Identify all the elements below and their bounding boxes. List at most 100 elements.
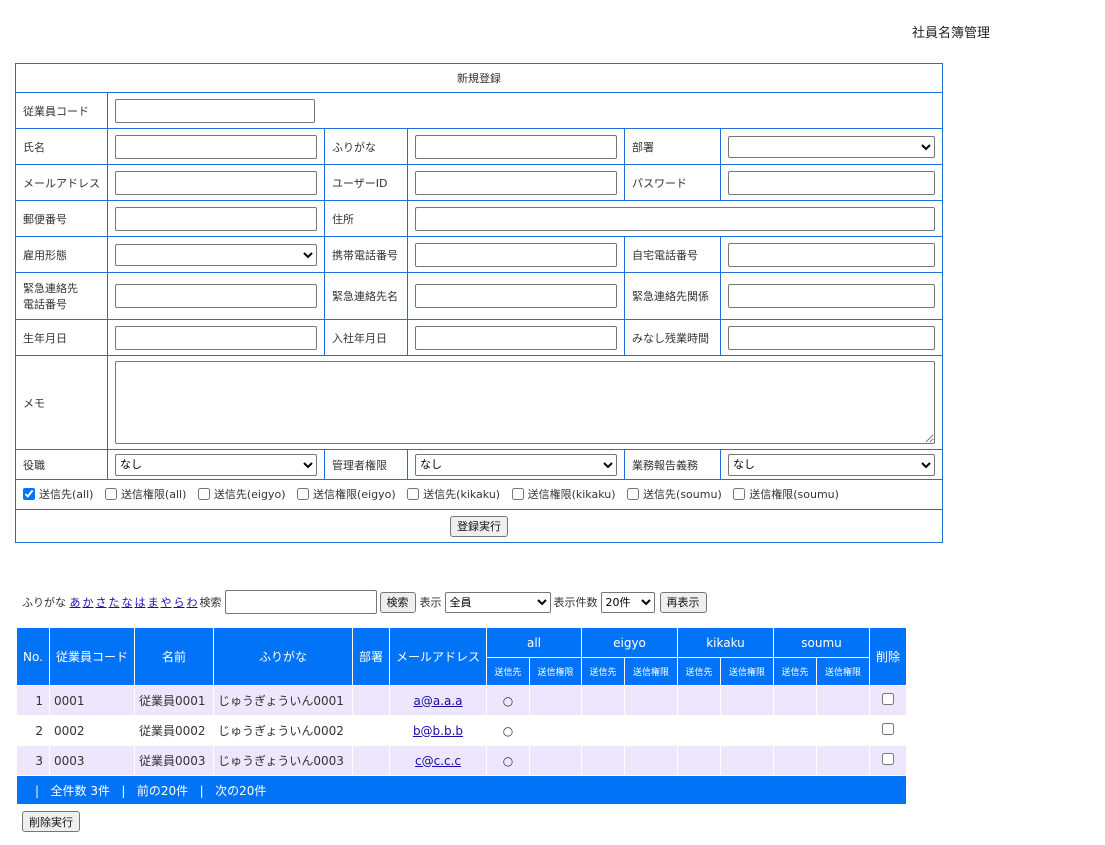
next-page-link[interactable]: 次の20件	[215, 784, 266, 798]
checkbox-dest-soumu[interactable]: 送信先(soumu)	[627, 486, 722, 502]
search-input[interactable]	[224, 590, 377, 614]
dest-kikaku-checkbox[interactable]	[407, 488, 420, 500]
emergency-phone-label: 緊急連絡先 電話番号	[15, 272, 108, 320]
home-phone-label: 自宅電話番号	[624, 236, 721, 273]
row-furigana: じゅうぎょういん0002	[213, 715, 353, 746]
furigana-input[interactable]	[415, 134, 617, 159]
mobile-phone-input[interactable]	[415, 242, 617, 267]
kana-link-ya[interactable]: や	[161, 594, 172, 610]
password-input[interactable]	[728, 170, 936, 195]
dest-soumu-checkbox[interactable]	[627, 488, 640, 500]
email-label: メールアドレス	[15, 164, 108, 201]
overtime-input[interactable]	[728, 325, 936, 350]
row-furigana: じゅうぎょういん0003	[213, 745, 353, 776]
kana-link-sa[interactable]: さ	[96, 594, 107, 610]
row-email-link[interactable]: b@b.b.b	[413, 724, 463, 738]
sub-header-perm: 送信権限	[624, 657, 678, 686]
group-header-eigyo: eigyo	[581, 627, 678, 658]
search-bar: ふりがな あ か さ た な は ま や ら わ 検索 検索 表示 全員 表示件…	[22, 590, 707, 614]
dest-all-checkbox[interactable]	[23, 488, 35, 500]
display-select[interactable]: 全員	[444, 591, 551, 613]
department-label: 部署	[624, 128, 721, 165]
checkbox-label: 送信権限(kikaku)	[527, 488, 616, 501]
checkbox-dest-kikaku[interactable]: 送信先(kikaku)	[407, 486, 500, 502]
checkbox-dest-all[interactable]: 送信先(all)	[23, 486, 93, 502]
checkbox-perm-all[interactable]: 送信権限(all)	[104, 486, 186, 502]
employee-code-label: 従業員コード	[15, 92, 108, 129]
register-button[interactable]: 登録実行	[450, 515, 509, 537]
search-button[interactable]: 検索	[379, 591, 416, 613]
email-input[interactable]	[115, 170, 317, 195]
department-select[interactable]	[728, 135, 936, 158]
count-select[interactable]: 20件	[600, 591, 655, 613]
row-department	[352, 685, 390, 716]
row-delete-checkbox[interactable]	[882, 693, 894, 705]
perm-eigyo-checkbox[interactable]	[297, 488, 310, 500]
group-header-kikaku: kikaku	[677, 627, 774, 658]
kana-link-na[interactable]: な	[122, 594, 133, 610]
postal-code-input[interactable]	[115, 206, 317, 231]
delete-button[interactable]: 削除実行	[22, 811, 80, 832]
row-email-link[interactable]: c@c.c.c	[415, 754, 461, 768]
furigana-filter-label: ふりがな	[22, 596, 66, 609]
kana-link-ta[interactable]: た	[109, 594, 120, 610]
checkbox-perm-eigyo[interactable]: 送信権限(eigyo)	[297, 486, 396, 502]
prev-page-link[interactable]: 前の20件	[137, 784, 188, 798]
password-label: パスワード	[624, 164, 721, 201]
sub-header-dest: 送信先	[773, 657, 817, 686]
address-input[interactable]	[415, 206, 936, 231]
perm-all-checkbox[interactable]	[104, 488, 117, 500]
furigana-label: ふりがな	[324, 128, 408, 165]
kana-link-ha[interactable]: は	[135, 594, 146, 610]
table-row: 2 0002 従業員0002 じゅうぎょういん0002 b@b.b.b ○	[16, 715, 907, 746]
emergency-phone-input[interactable]	[115, 284, 317, 308]
hire-date-input[interactable]	[415, 325, 617, 350]
row-all-dest: ○	[486, 685, 530, 716]
col-header-code: 従業員コード	[49, 627, 135, 686]
row-email-link[interactable]: a@a.a.a	[413, 694, 462, 708]
emergency-name-input[interactable]	[415, 284, 617, 308]
kana-link-ka[interactable]: か	[83, 594, 94, 610]
dest-eigyo-checkbox[interactable]	[197, 488, 210, 500]
kana-link-ma[interactable]: ま	[148, 594, 159, 610]
emergency-relation-input[interactable]	[728, 284, 936, 308]
employee-table: No. 従業員コード 名前 ふりがな 部署 メールアドレス all eigyo …	[16, 627, 907, 805]
table-row: 3 0003 従業員0003 じゅうぎょういん0003 c@c.c.c ○	[16, 745, 907, 776]
employee-code-input[interactable]	[115, 98, 315, 123]
row-name: 従業員0002	[134, 715, 214, 746]
sub-header-perm: 送信権限	[720, 657, 774, 686]
memo-label: メモ	[15, 355, 108, 450]
mobile-phone-label: 携帯電話番号	[324, 236, 408, 273]
employment-type-label: 雇用形態	[15, 236, 108, 273]
refresh-button[interactable]: 再表示	[659, 591, 707, 613]
row-delete-checkbox[interactable]	[882, 723, 894, 735]
admin-rights-select[interactable]: なし	[415, 453, 617, 476]
checkbox-dest-eigyo[interactable]: 送信先(eigyo)	[197, 486, 286, 502]
home-phone-input[interactable]	[728, 242, 936, 267]
pager-separator: |	[35, 783, 40, 798]
emergency-name-label: 緊急連絡先名	[324, 272, 408, 320]
row-no: 1	[16, 685, 50, 716]
emergency-relation-label: 緊急連絡先関係	[624, 272, 721, 320]
checkbox-perm-soumu[interactable]: 送信権限(soumu)	[733, 486, 839, 502]
kana-link-ra[interactable]: ら	[174, 594, 185, 610]
birth-date-input[interactable]	[115, 325, 317, 350]
user-id-input[interactable]	[415, 170, 617, 195]
col-header-delete: 削除	[869, 627, 907, 686]
employment-type-select[interactable]	[115, 243, 317, 266]
perm-kikaku-checkbox[interactable]	[511, 488, 524, 500]
name-input[interactable]	[115, 134, 317, 159]
perm-soumu-checkbox[interactable]	[733, 488, 746, 500]
row-name: 従業員0001	[134, 685, 214, 716]
sub-header-dest: 送信先	[581, 657, 625, 686]
search-label: 検索	[199, 596, 222, 609]
row-furigana: じゅうぎょういん0001	[213, 685, 353, 716]
report-duty-select[interactable]: なし	[728, 453, 936, 476]
checkbox-perm-kikaku[interactable]: 送信権限(kikaku)	[511, 486, 616, 502]
row-delete-checkbox[interactable]	[882, 753, 894, 765]
position-select[interactable]: なし	[115, 453, 317, 476]
kana-link-a[interactable]: あ	[70, 594, 81, 610]
memo-textarea[interactable]	[115, 361, 936, 444]
col-header-name: 名前	[134, 627, 214, 686]
kana-link-wa[interactable]: わ	[187, 594, 198, 610]
